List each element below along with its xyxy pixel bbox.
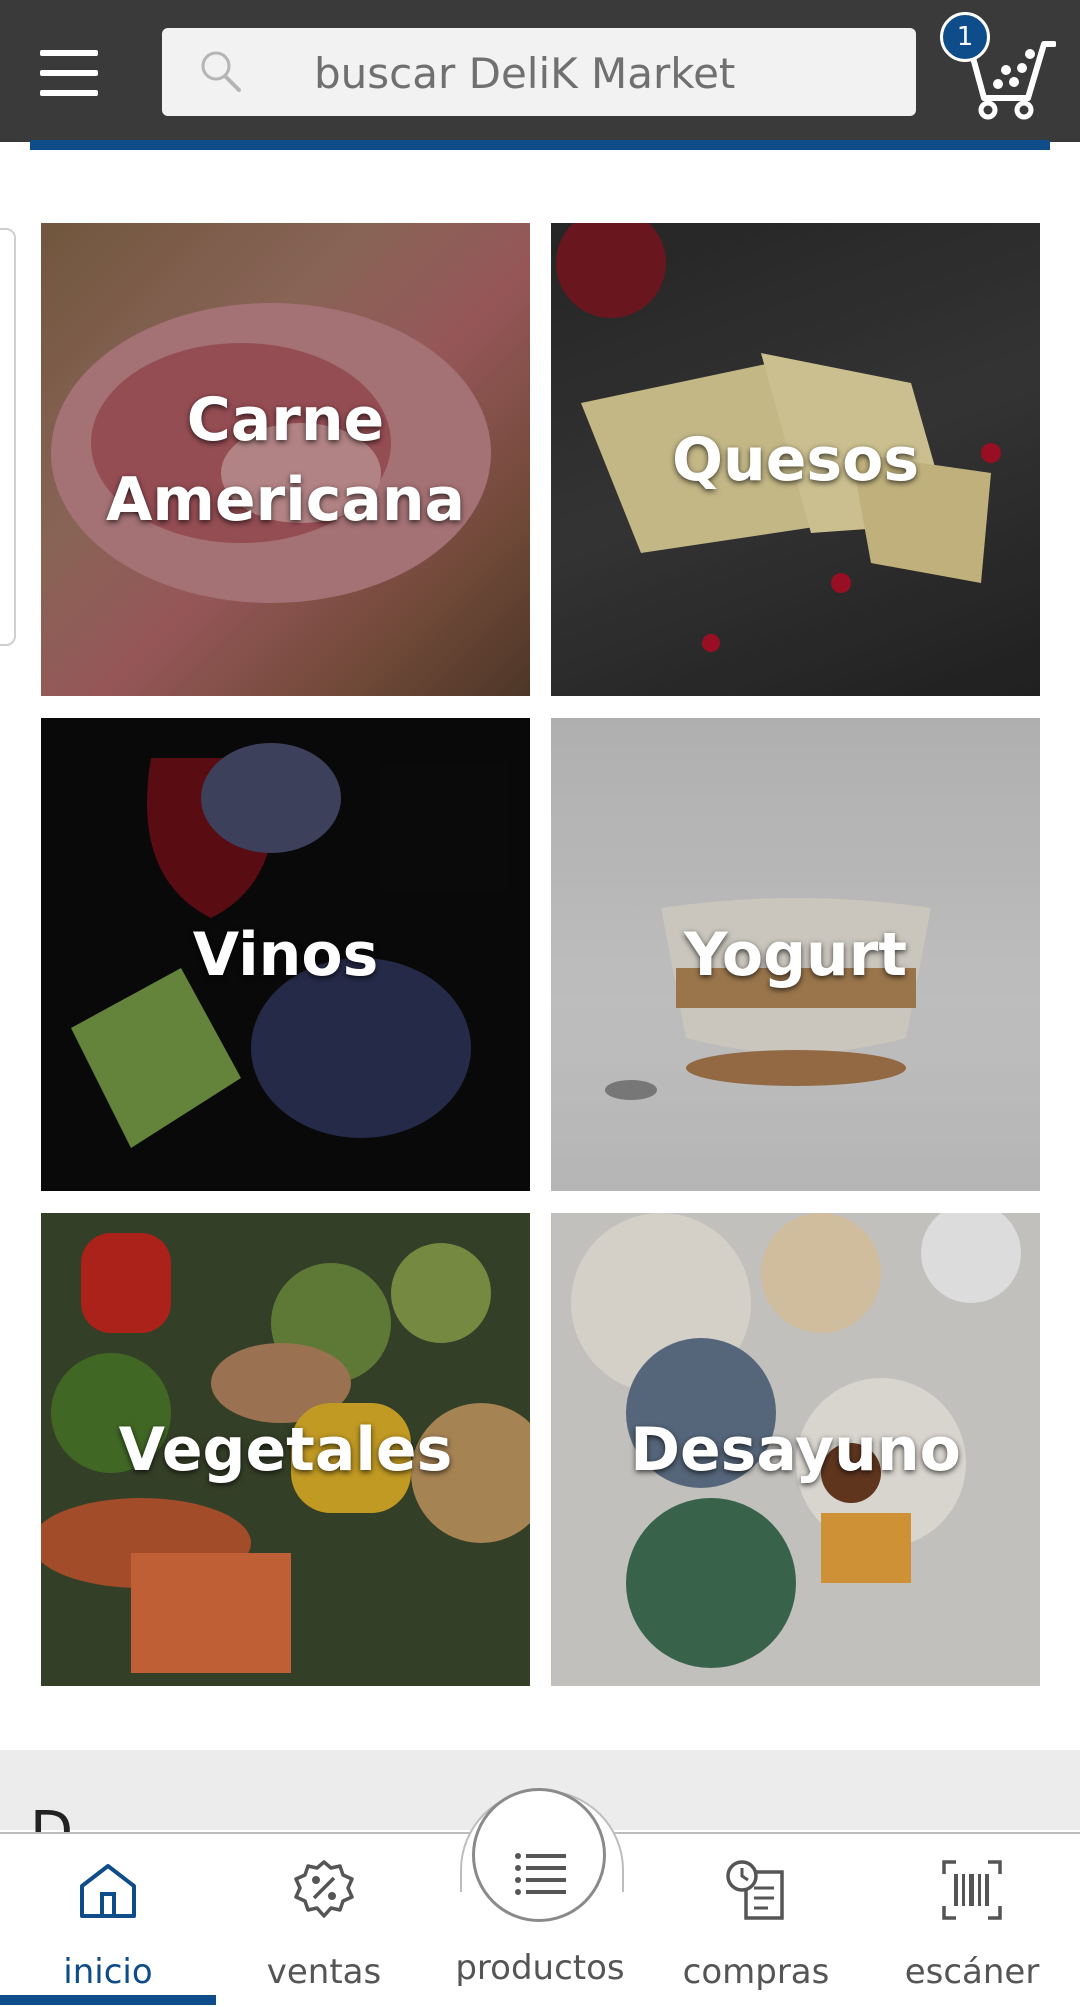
- nav-compras[interactable]: compras: [648, 1838, 864, 1998]
- nav-productos[interactable]: productos: [432, 1838, 648, 1998]
- nav-ventas[interactable]: ventas: [216, 1838, 432, 1998]
- category-tile-carne-americana[interactable]: Carne Americana: [41, 223, 530, 696]
- category-label: Carne Americana: [105, 384, 466, 535]
- active-tab-indicator: [0, 1995, 216, 2005]
- discount-badge-icon: [294, 1860, 354, 1918]
- category-tile-vegetales[interactable]: Vegetales: [41, 1213, 530, 1686]
- category-label: Quesos: [671, 424, 920, 495]
- header-accent-line: [30, 140, 1050, 150]
- list-icon: [515, 1853, 566, 1895]
- purchase-history-icon: [726, 1860, 784, 1920]
- category-label: Yogurt: [683, 919, 908, 990]
- side-drawer-handle[interactable]: [0, 228, 16, 646]
- category-label: Vegetales: [118, 1414, 453, 1485]
- barcode-scanner-icon: [942, 1860, 1002, 1920]
- category-tile-quesos[interactable]: Quesos: [551, 223, 1040, 696]
- nav-label: ventas: [266, 1952, 382, 1992]
- category-tile-vinos[interactable]: Vinos: [41, 718, 530, 1191]
- category-tile-yogurt[interactable]: Yogurt: [551, 718, 1040, 1191]
- menu-icon-line: [40, 70, 98, 76]
- search-input[interactable]: [312, 28, 896, 118]
- category-label: Vinos: [192, 919, 379, 990]
- category-label: Desayuno: [630, 1414, 961, 1485]
- cart-count-badge: 1: [940, 12, 990, 62]
- menu-button[interactable]: [36, 44, 104, 104]
- nav-label: productos: [455, 1948, 625, 1988]
- nav-escaner[interactable]: escáner: [864, 1838, 1080, 1998]
- category-tile-desayuno[interactable]: Desayuno: [551, 1213, 1040, 1686]
- nav-label: escáner: [904, 1952, 1040, 1992]
- search-icon: [201, 51, 241, 92]
- search-bar[interactable]: [162, 28, 916, 118]
- home-icon: [80, 1864, 136, 1918]
- nav-label: compras: [682, 1952, 830, 1992]
- nav-label: inicio: [63, 1952, 153, 1992]
- menu-icon-line: [40, 90, 98, 96]
- nav-inicio[interactable]: inicio: [0, 1838, 216, 1998]
- menu-icon-line: [40, 50, 98, 56]
